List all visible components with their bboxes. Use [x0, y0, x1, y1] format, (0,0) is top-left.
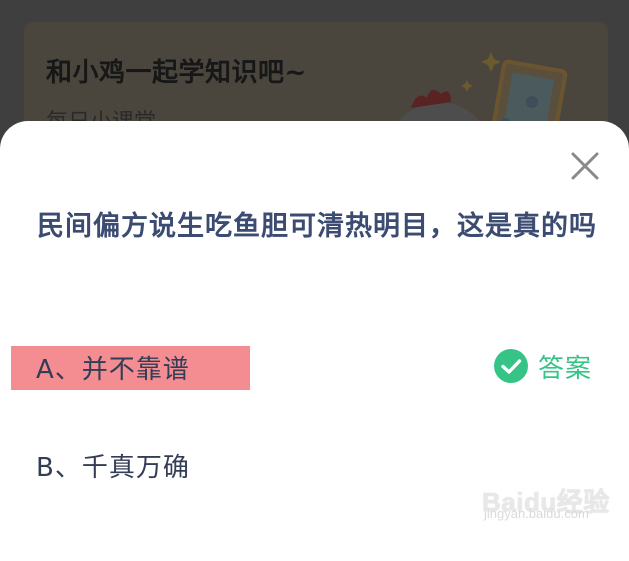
- quiz-question: 民间偏方说生吃鱼胆可清热明目，这是真的吗: [37, 211, 597, 242]
- check-circle-icon: [494, 349, 528, 383]
- close-icon[interactable]: [567, 148, 603, 184]
- option-a[interactable]: A、并不靠谱 答案: [0, 341, 629, 391]
- card-title: 和小鸡一起学知识吧~: [46, 58, 307, 88]
- option-a-label: A、并不靠谱: [36, 355, 190, 385]
- answer-label: 答案: [538, 353, 593, 384]
- option-b-label: B、千真万确: [36, 453, 190, 483]
- watermark-sub: jingyan.baidu.com: [484, 506, 589, 521]
- correct-answer-tag: 答案: [494, 348, 592, 384]
